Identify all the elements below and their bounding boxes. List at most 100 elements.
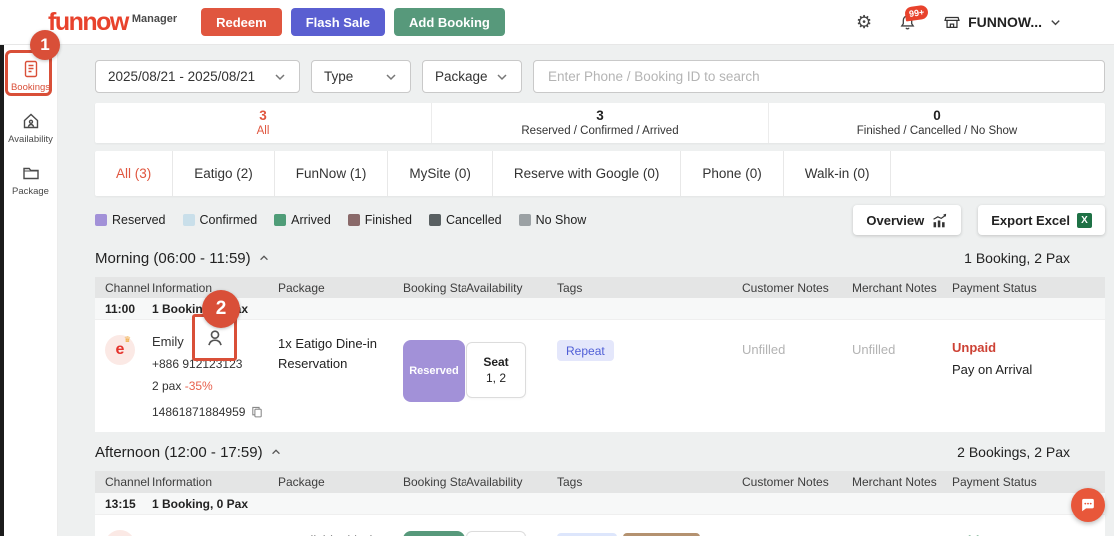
topbar-right: ⚙ 99+ FUNNOW...: [856, 13, 1062, 32]
stat-label: Reserved / Confirmed / Arrived: [521, 124, 678, 138]
tags-cell: Repeat: [557, 332, 742, 432]
pax-count: 2 pax: [152, 379, 181, 393]
filter-row: 2025/08/21 - 2025/08/21 Type Package: [95, 60, 1105, 93]
excel-icon: X: [1077, 213, 1092, 228]
tutorial-step-2-badge: 2: [202, 290, 240, 328]
table-header: Channel Information Package Booking Stat…: [95, 471, 1105, 493]
tab-eatigo[interactable]: Eatigo (2): [173, 151, 275, 196]
payment-status: Unpaid: [952, 340, 1105, 355]
copy-icon[interactable]: [250, 405, 264, 419]
payment-status-cell: Paid: [952, 527, 1105, 536]
top-bar: funnow Manager Redeem Flash Sale Add Boo…: [0, 0, 1114, 45]
status-legend-row: Reserved Confirmed Arrived Finished Canc…: [95, 205, 1105, 235]
topbar-actions: Redeem Flash Sale Add Booking: [201, 8, 505, 36]
legend-swatch: [519, 214, 531, 226]
booking-id: 14861871884959: [152, 405, 245, 419]
morning-section-toggle[interactable]: Morning (06:00 - 11:59): [95, 250, 270, 267]
chat-bubble-icon: [1079, 496, 1097, 514]
stat-all[interactable]: 3 All: [95, 103, 432, 143]
flash-sale-button[interactable]: Flash Sale: [291, 8, 385, 36]
sidebar: Bookings Availability Package: [4, 45, 58, 536]
booking-row-emily[interactable]: e ♛ Emily +886 912123123 2 pax -35% 1486…: [95, 320, 1105, 432]
tab-phone[interactable]: Phone (0): [681, 151, 783, 196]
tag-repeat: Repeat: [557, 340, 614, 361]
merchant-notes-cell: Unfilled: [852, 332, 952, 432]
date-range-picker[interactable]: 2025/08/21 - 2025/08/21: [95, 60, 300, 93]
legend-swatch: [429, 214, 441, 226]
tab-reserve-with-google[interactable]: Reserve with Google (0): [493, 151, 682, 196]
pax-line: 2 pax -35%: [152, 379, 278, 393]
store-icon: [943, 13, 961, 31]
booking-status-cell: Reserved: [403, 332, 466, 432]
time-slot-summary: 1 Booking, 0 Pax: [152, 497, 1105, 511]
chevron-down-icon: [495, 70, 509, 84]
chevron-up-icon: [270, 446, 282, 458]
legend-finished: Finished: [348, 213, 412, 227]
type-dropdown[interactable]: Type: [311, 60, 411, 93]
sidebar-item-availability[interactable]: Availability: [4, 111, 57, 145]
stat-value: 0: [933, 108, 941, 124]
account-switcher[interactable]: FUNNOW...: [943, 13, 1062, 31]
search-input[interactable]: [533, 60, 1105, 93]
time-slot-summary: 1 Booking, 2 Pax: [152, 302, 1105, 316]
tab-walk-in[interactable]: Walk-in (0): [784, 151, 892, 196]
afternoon-section: Afternoon (12:00 - 17:59) 2 Bookings, 2 …: [95, 442, 1105, 536]
chevron-down-icon: [1049, 16, 1062, 29]
morning-section-head: Morning (06:00 - 11:59) 1 Booking, 2 Pax: [95, 248, 1105, 268]
notification-bell-icon[interactable]: 99+: [898, 13, 917, 32]
funnow-manager-app: funnow Manager Redeem Flash Sale Add Boo…: [0, 0, 1114, 536]
seat-assignment-box[interactable]: [466, 531, 526, 536]
status-badge-reserved[interactable]: Reserved: [403, 340, 465, 402]
redeem-button[interactable]: Redeem: [201, 8, 282, 36]
afternoon-section-toggle[interactable]: Afternoon (12:00 - 17:59): [95, 444, 282, 461]
booking-row-patricia[interactable]: f patricia Miss 1x Individual | Si Arriv: [95, 515, 1105, 536]
availability-home-icon: [21, 111, 41, 131]
status-badge-arrived[interactable]: Arrived: [403, 531, 465, 536]
availability-cell: Seat 1, 2: [466, 332, 557, 432]
payment-status-cell: Unpaid Pay on Arrival: [952, 332, 1105, 432]
overview-label: Overview: [866, 213, 924, 228]
legend-swatch: [274, 214, 286, 226]
payment-method: Pay on Arrival: [952, 362, 1105, 377]
afternoon-section-head: Afternoon (12:00 - 17:59) 2 Bookings, 2 …: [95, 442, 1105, 462]
legend-confirmed: Confirmed: [183, 213, 258, 227]
crown-accent-icon: ♛: [124, 335, 131, 344]
settings-gear-icon[interactable]: ⚙: [856, 13, 872, 31]
notification-count-badge: 99+: [904, 4, 929, 21]
export-excel-button[interactable]: Export Excel X: [978, 205, 1105, 235]
channel-cell: e ♛: [105, 332, 152, 432]
account-name: FUNNOW...: [968, 14, 1042, 30]
seat-assignment-box[interactable]: Seat 1, 2: [466, 342, 526, 398]
add-booking-button[interactable]: Add Booking: [394, 8, 505, 36]
package-cell: 1x Eatigo Dine-inReservation: [278, 332, 403, 432]
legend-arrived: Arrived: [274, 213, 331, 227]
merchant-notes-cell: Unfilled: [852, 527, 952, 536]
booking-stats-card: 3 All 3 Reserved / Confirmed / Arrived 0…: [95, 103, 1105, 143]
legend-swatch: [95, 214, 107, 226]
tab-funnow[interactable]: FunNow (1): [275, 151, 389, 196]
sidebar-item-package[interactable]: Package: [4, 163, 57, 197]
stat-value: 3: [596, 108, 604, 124]
tab-mysite[interactable]: MySite (0): [388, 151, 493, 196]
channel-cell: f: [105, 527, 152, 536]
logo-suffix: Manager: [132, 13, 177, 25]
tab-all[interactable]: All (3): [95, 151, 173, 196]
legend-no-show: No Show: [519, 213, 587, 227]
logo-text: funnow: [48, 10, 128, 35]
stat-active[interactable]: 3 Reserved / Confirmed / Arrived: [432, 103, 769, 143]
time-slot: 13:15: [105, 497, 152, 511]
legend-cancelled: Cancelled: [429, 213, 502, 227]
export-excel-label: Export Excel: [991, 213, 1070, 228]
person-icon[interactable]: [204, 327, 226, 349]
funnow-channel-icon: f: [105, 530, 135, 536]
sidebar-item-label: Availability: [8, 134, 53, 145]
package-dropdown[interactable]: Package: [422, 60, 522, 93]
overview-button[interactable]: Overview: [853, 205, 961, 235]
time-group-row: 11:00 1 Booking, 2 Pax: [95, 298, 1105, 320]
tags-cell: 1st Visit ♛Privilege: [557, 527, 742, 536]
stat-closed[interactable]: 0 Finished / Cancelled / No Show: [769, 103, 1105, 143]
stat-label: All: [257, 124, 270, 138]
stat-label: Finished / Cancelled / No Show: [857, 124, 1017, 138]
chat-support-button[interactable]: [1071, 488, 1105, 522]
legend-swatch: [183, 214, 195, 226]
